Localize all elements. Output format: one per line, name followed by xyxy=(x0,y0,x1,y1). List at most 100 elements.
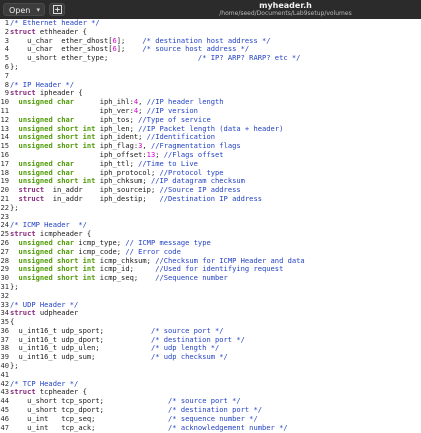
code-line[interactable]: 47 u_int tcp_ack; /* acknowledgement num… xyxy=(0,422,421,433)
code-token: /* sequence number */ xyxy=(168,413,258,423)
code-line[interactable]: 31}; xyxy=(0,281,421,292)
code-token: in_addr iph_sourceip; xyxy=(44,185,160,195)
open-button[interactable]: Open ▾ xyxy=(3,3,45,16)
code-token: /* destination host address */ xyxy=(142,35,271,45)
code-token: unsigned short int xyxy=(18,176,96,186)
code-token: , xyxy=(138,97,147,107)
code-token: u_int16_t udp_dport; xyxy=(10,334,151,344)
code-token: unsigned short int xyxy=(18,273,96,283)
code-token: /* TCP Header */ xyxy=(10,378,79,388)
code-token: struct xyxy=(10,387,36,397)
line-number: 47 xyxy=(0,422,9,432)
code-token: ]; xyxy=(116,35,143,45)
code-token: //Fragmentation flags xyxy=(150,141,241,151)
code-token: //IP datagram checksum xyxy=(150,176,245,186)
code-token: icmp_type; xyxy=(74,237,126,247)
code-token: unsigned char xyxy=(18,246,75,256)
code-token: tcpheader { xyxy=(35,387,87,397)
code-token: icmpheader { xyxy=(35,229,92,239)
code-line[interactable]: 30 unsigned short int icmp_seq; //Sequen… xyxy=(0,273,421,283)
code-line[interactable]: 21 struct in_addr iph_destip; //Destinat… xyxy=(0,193,421,204)
code-token: /* acknowledgement number */ xyxy=(168,422,288,432)
code-token: , xyxy=(142,141,151,151)
code-token: struct xyxy=(18,193,45,203)
code-token: //Protocol type xyxy=(159,167,224,177)
code-token: }; xyxy=(10,281,19,291)
code-token: iph_ver: xyxy=(10,105,134,115)
code-line[interactable]: 6}; xyxy=(0,61,421,72)
code-token: }; xyxy=(10,361,19,371)
code-token: ipheader { xyxy=(35,88,83,98)
code-token: /* Ethernet header */ xyxy=(10,19,100,27)
code-token: // Error code xyxy=(125,246,181,256)
code-token: /* IP? ARP? RARP? etc */ xyxy=(197,53,301,63)
code-token: unsigned short int xyxy=(18,255,96,265)
code-token: iph_ihl: xyxy=(74,97,134,107)
code-editor[interactable]: 1/* Ethernet header */2struct ethheader … xyxy=(0,19,421,433)
code-token: u_int16_t udp_ulen; xyxy=(10,343,151,353)
code-token: u_int16_t udp_sport; xyxy=(10,325,151,335)
code-token: /* UDP Header */ xyxy=(10,299,79,309)
file-path: /home/seed/Documents/Lab9setup/volumes xyxy=(219,10,352,17)
code-token: in_addr iph_destip; xyxy=(44,193,160,203)
code-line[interactable]: 5 u_short ether_type; /* IP? ARP? RARP? … xyxy=(0,53,421,63)
code-token: udpheader xyxy=(35,308,79,318)
code-token: u_char ether_dhost[ xyxy=(10,35,113,45)
code-token: /* udp checksum */ xyxy=(150,352,228,362)
code-token: // ICMP message type xyxy=(125,237,211,247)
code-token: /* destination port */ xyxy=(168,405,262,415)
code-token: /* source port */ xyxy=(168,396,241,406)
code-token: struct xyxy=(18,185,45,195)
code-token: iph_ttl; xyxy=(74,158,139,168)
code-token: iph_ident; xyxy=(95,132,147,142)
code-line[interactable]: 40}; xyxy=(0,361,421,371)
code-token: iph_len; xyxy=(95,123,139,133)
code-token: icmp_chksum; xyxy=(95,255,156,265)
code-token: unsigned char xyxy=(18,167,75,177)
code-token: /* udp length */ xyxy=(150,343,220,353)
code-token: /* ICMP Header */ xyxy=(10,220,87,230)
code-token: iph_flag: xyxy=(95,141,139,151)
code-token: struct xyxy=(10,308,36,318)
code-line[interactable]: 39 u_int16_t udp_sum; /* udp checksum */ xyxy=(0,352,421,362)
code-token: unsigned char xyxy=(18,237,75,247)
code-token: struct xyxy=(10,229,36,239)
code-token: 13 xyxy=(146,149,156,159)
code-token: u_int tcp_seq; xyxy=(10,413,169,423)
code-token: unsigned char xyxy=(18,97,75,107)
code-token: unsigned short int xyxy=(18,132,96,142)
code-token: //IP version xyxy=(146,105,198,115)
title-bar: Open ▾ myheader.h /home/seed/Documents/L… xyxy=(0,0,421,19)
new-tab-button[interactable] xyxy=(49,3,65,16)
code-line[interactable]: 34struct udpheader xyxy=(0,308,421,318)
code-token: ; xyxy=(138,105,147,115)
code-token: icmp_seq; xyxy=(95,273,156,283)
code-token: ; xyxy=(155,149,164,159)
code-token: unsigned short int xyxy=(18,141,96,151)
code-token: /* IP Header */ xyxy=(10,79,75,89)
code-token: iph_tos; xyxy=(74,114,139,124)
code-token: //Flags offset xyxy=(163,149,224,159)
code-token: //Type of service xyxy=(138,114,211,124)
code-token: ]; xyxy=(116,44,143,54)
code-token: iph_offset: xyxy=(10,149,147,159)
code-token: u_int16_t udp_sum; xyxy=(10,352,151,362)
code-line[interactable]: 22}; xyxy=(0,203,421,213)
code-token: }; xyxy=(10,61,19,71)
code-token: unsigned short int xyxy=(18,264,96,274)
code-token: //Time to Live xyxy=(138,158,198,168)
code-token: //IP header length xyxy=(146,97,224,107)
code-token: iph_protocol; xyxy=(74,167,160,177)
code-token: ethheader { xyxy=(35,26,87,36)
code-token: { xyxy=(10,317,15,327)
